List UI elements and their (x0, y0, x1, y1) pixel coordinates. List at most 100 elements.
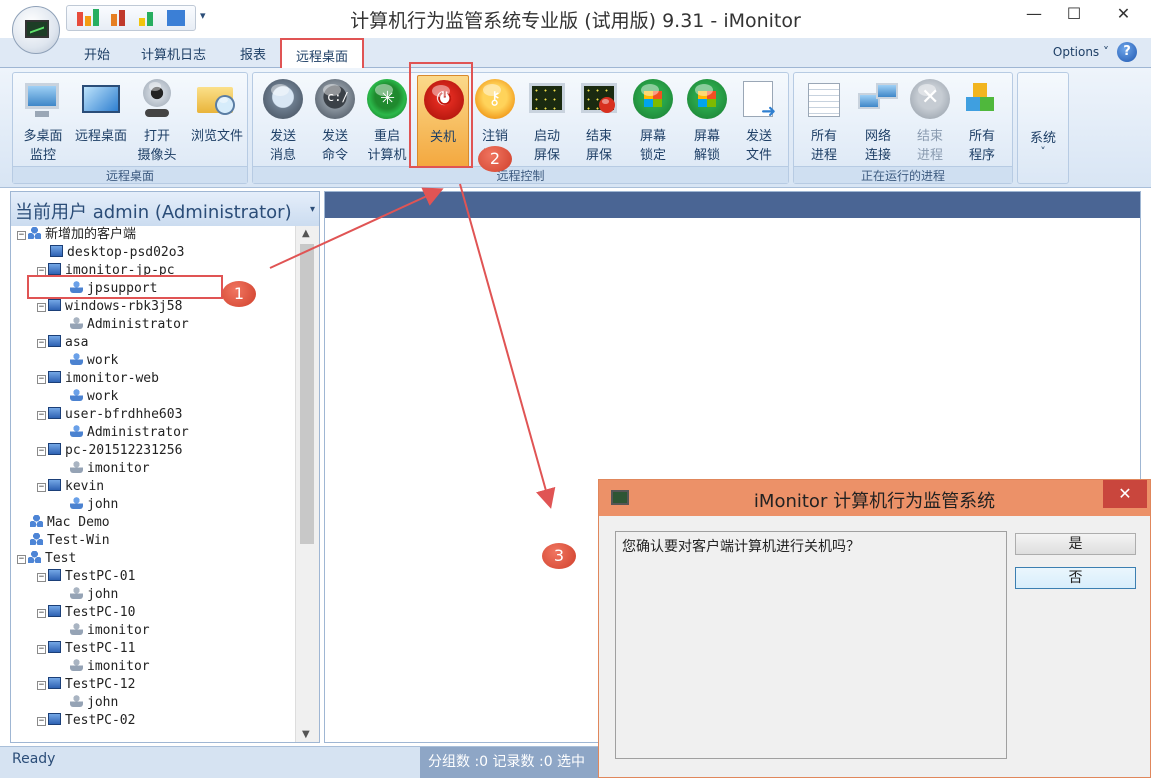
yes-button[interactable]: 是 (1015, 533, 1136, 555)
dialog-message: 您确认要对客户端计算机进行关机吗？ (615, 531, 1007, 759)
client-tree-panel: 当前用户 admin (Administrator) ▾ − 新增加的客户端 des… (10, 191, 320, 743)
network-icon (858, 79, 898, 119)
restart-computer-button[interactable]: ✳ 重启 计算机 (361, 75, 413, 165)
tree-item-label: TestPC-12 (65, 677, 136, 692)
tree-item-user-gray[interactable]: Administrator (57, 316, 189, 334)
tree-item-pc[interactable]: − pc-201512231256 (37, 442, 182, 460)
collapse-toggle-icon[interactable]: − (17, 555, 26, 564)
tree-item-user[interactable]: Administrator (57, 424, 189, 442)
tree-item-pc[interactable]: − TestPC-01 (37, 568, 135, 586)
tree-item-pc[interactable]: − TestPC-11 (37, 640, 135, 658)
collapse-toggle-icon[interactable]: − (37, 447, 46, 456)
app-logo-icon[interactable] (12, 6, 60, 54)
maximize-button[interactable]: ☐ (1052, 0, 1096, 30)
tree-item-label: work (87, 389, 119, 404)
collapse-toggle-icon[interactable]: − (37, 717, 46, 726)
collapse-toggle-icon[interactable]: − (37, 645, 46, 654)
tree-item-user[interactable]: work (57, 352, 118, 370)
all-programs-button[interactable]: 所有 程序 (956, 75, 1008, 165)
tab-start[interactable]: 开始 (84, 44, 110, 63)
open-webcam-button[interactable]: 打开 摄像头 (131, 75, 183, 165)
dropdown-arrow-icon: ▾ (309, 204, 315, 215)
collapse-toggle-icon[interactable]: − (17, 231, 26, 240)
scroll-thumb[interactable] (300, 244, 314, 544)
computer-icon (50, 245, 63, 257)
tab-reports[interactable]: 报表 (240, 44, 266, 63)
collapse-toggle-icon[interactable]: − (37, 339, 46, 348)
close-button[interactable]: ✕ (1096, 0, 1151, 30)
tree-scrollbar[interactable]: ▲ ▼ (295, 226, 319, 742)
tree-item-label: TestPC-10 (65, 605, 136, 620)
status-ready: Ready (12, 751, 56, 767)
unlock-screen-button[interactable]: 屏幕 解锁 (681, 75, 733, 165)
stop-screensaver-label-2: 屏保 (585, 148, 612, 163)
tree-item-user-gray[interactable]: imonitor (57, 622, 150, 640)
tree-item-user-gray[interactable]: imonitor (57, 658, 150, 676)
collapse-toggle-icon[interactable]: − (37, 483, 46, 492)
help-icon[interactable]: ? (1117, 42, 1137, 62)
tree-item-group[interactable]: Test-Win (17, 532, 110, 550)
tree-item-user-gray[interactable]: john (57, 586, 118, 604)
collapse-toggle-icon[interactable]: − (37, 681, 46, 690)
user-offline-icon (70, 659, 83, 671)
browse-files-button[interactable]: 浏览文件 (187, 75, 247, 165)
collapse-toggle-icon[interactable]: − (37, 573, 46, 582)
system-menu-button[interactable]: 系统 ˅ (1017, 72, 1069, 184)
tree-item-label: user-bfrdhhe603 (65, 407, 183, 422)
tree-item-label: john (87, 497, 119, 512)
user-offline-icon (70, 587, 83, 599)
tree-item-pc[interactable]: − imonitor-web (37, 370, 159, 388)
tree-item-user-gray[interactable]: imonitor (57, 460, 150, 478)
send-command-button[interactable]: c:/ 发送 命令 (309, 75, 361, 165)
remote-desktop-button[interactable]: 远程桌面 (71, 75, 131, 165)
scroll-up-icon[interactable]: ▲ (302, 228, 310, 239)
dialog-title: iMonitor 计算机行为监管系统 (753, 491, 996, 512)
tree-item-pc[interactable]: − TestPC-12 (37, 676, 135, 694)
user-offline-icon (70, 461, 83, 473)
tree-item-pc[interactable]: desktop-psd02o3 (37, 244, 184, 262)
tree-item-pc[interactable]: − kevin (37, 478, 104, 496)
send-message-label-2: 消息 (269, 148, 296, 163)
tree-item-user-gray[interactable]: john (57, 694, 118, 712)
current-user-dropdown[interactable]: 当前用户 admin (Administrator) ▾ (11, 192, 319, 226)
tree-item-pc[interactable]: − user-bfrdhhe603 (37, 406, 182, 424)
collapse-toggle-icon[interactable]: − (37, 303, 46, 312)
tree-item-group[interactable]: − 新增加的客户端 (17, 226, 136, 244)
network-connections-button[interactable]: 网络 连接 (852, 75, 904, 165)
network-group-icon (28, 227, 41, 239)
collapse-toggle-icon[interactable]: − (37, 609, 46, 618)
tree-item-group[interactable]: Mac Demo (17, 514, 110, 532)
tab-computer-log[interactable]: 计算机日志 (141, 44, 206, 63)
minimize-button[interactable]: — (1012, 0, 1056, 30)
tree-item-pc[interactable]: − windows-rbk3j58 (37, 298, 182, 316)
lock-screen-button[interactable]: 屏幕 锁定 (627, 75, 679, 165)
start-screensaver-button[interactable]: 启动 屏保 (521, 75, 573, 165)
computer-icon (48, 371, 61, 383)
options-menu[interactable]: Options ˅ (1053, 45, 1109, 59)
multi-desktop-button[interactable]: 多桌面 监控 (17, 75, 69, 165)
tree-item-pc[interactable]: − asa (37, 334, 88, 352)
tree-item-user[interactable]: work (57, 388, 118, 406)
collapse-toggle-icon[interactable]: − (37, 375, 46, 384)
tree-item-label: john (87, 587, 119, 602)
scroll-down-icon[interactable]: ▼ (302, 729, 310, 740)
tree-item-user[interactable]: john (57, 496, 118, 514)
kill-process-icon: ✕ (910, 79, 950, 119)
all-processes-button[interactable]: 所有 进程 (798, 75, 850, 165)
group-label-remote-control: 远程控制 (253, 166, 788, 183)
dialog-close-button[interactable]: ✕ (1103, 480, 1147, 508)
tree-item-label: pc-201512231256 (65, 443, 183, 458)
collapse-toggle-icon[interactable]: − (37, 411, 46, 420)
group-label-remote-desktop: 远程桌面 (13, 166, 247, 183)
computer-icon (48, 407, 61, 419)
tree-item-pc[interactable]: − TestPC-02 (37, 712, 135, 730)
tree-item-pc[interactable]: − TestPC-10 (37, 604, 135, 622)
send-message-button[interactable]: 发送 消息 (257, 75, 309, 165)
no-button[interactable]: 否 (1015, 567, 1136, 589)
tree-item-group[interactable]: − Test (17, 550, 76, 568)
tree-item-label: windows-rbk3j58 (65, 299, 183, 314)
start-screensaver-label-1: 启动 (533, 129, 560, 144)
tab-remote-desktop[interactable]: 远程桌面 (280, 38, 365, 69)
send-file-button[interactable]: ➜ 发送 文件 (733, 75, 785, 165)
stop-screensaver-button[interactable]: 结束 屏保 (573, 75, 625, 165)
